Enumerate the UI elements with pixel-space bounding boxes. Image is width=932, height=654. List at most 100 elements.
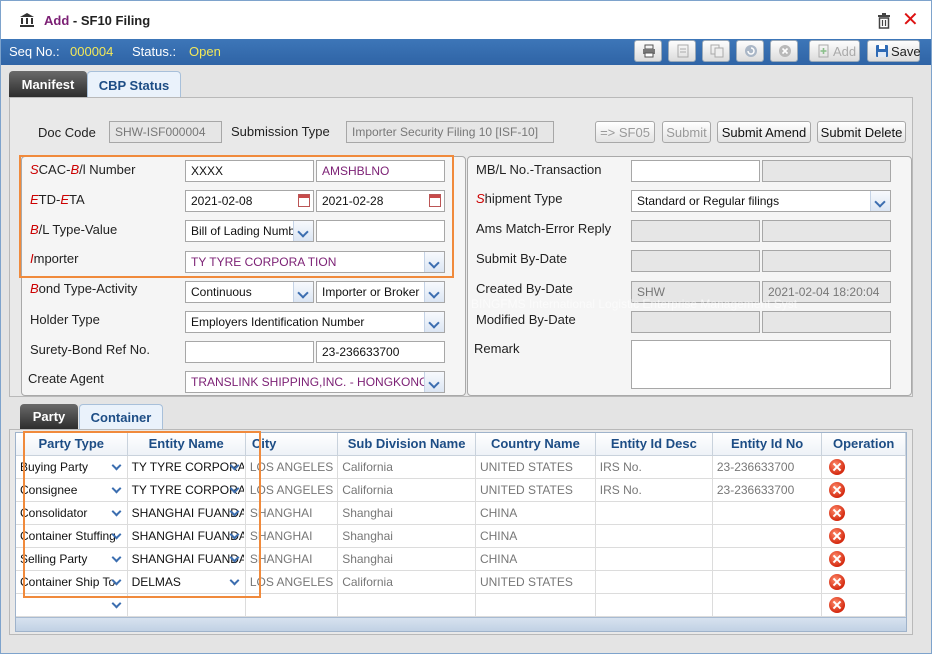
party-type-cell[interactable]: Container Ship To: [16, 570, 128, 594]
table-row[interactable]: Container Ship To DELMAS LOS ANGELES Cal…: [16, 570, 906, 594]
chevron-down-icon[interactable]: [108, 480, 126, 499]
party-type-cell[interactable]: Consolidator: [16, 501, 128, 525]
bl-type-select[interactable]: Bill of Lading Number: [185, 220, 314, 242]
column-header[interactable]: Sub Division Name: [337, 433, 476, 456]
chevron-down-icon[interactable]: [226, 526, 244, 545]
chevron-down-icon[interactable]: [226, 572, 244, 591]
delete-row-icon[interactable]: [829, 573, 846, 590]
chevron-down-icon[interactable]: [424, 372, 444, 392]
modified-date-field[interactable]: [762, 311, 891, 333]
transaction-field[interactable]: [762, 160, 891, 182]
doc-code-field[interactable]: SHW-ISF000004: [109, 121, 222, 143]
tab-manifest[interactable]: Manifest: [9, 71, 87, 97]
create-agent-select[interactable]: TRANSLINK SHIPPING,INC. - HONGKONG: [185, 371, 445, 393]
chevron-down-icon[interactable]: [108, 526, 126, 545]
calendar-icon[interactable]: [298, 194, 310, 207]
delete-row-icon[interactable]: [829, 481, 846, 498]
column-header[interactable]: Party Type: [16, 433, 128, 456]
mbl-field[interactable]: [631, 160, 760, 182]
column-header[interactable]: Entity Name: [127, 433, 246, 456]
chevron-down-icon[interactable]: [108, 503, 126, 522]
chevron-down-icon[interactable]: [108, 549, 126, 568]
submit-button[interactable]: Submit: [662, 121, 711, 143]
table-row[interactable]: Consolidator SHANGHAI FUANDA SHANGHAI Sh…: [16, 501, 906, 525]
archive-button[interactable]: [668, 40, 696, 62]
add-button[interactable]: Add: [809, 40, 860, 62]
entity-name-cell[interactable]: SHANGHAI FUANDA: [127, 524, 246, 548]
entity-name-cell[interactable]: SHANGHAI FUANDA: [127, 547, 246, 571]
refresh-button[interactable]: [736, 40, 764, 62]
trash-icon[interactable]: [877, 13, 891, 29]
party-type-cell[interactable]: Buying Party: [16, 455, 128, 479]
entity-name-cell[interactable]: TY TYRE CORPORATION: [127, 455, 246, 479]
table-row[interactable]: [16, 593, 906, 617]
ams-match-field[interactable]: [631, 220, 760, 242]
remark-field[interactable]: [631, 340, 891, 389]
chevron-down-icon[interactable]: [108, 595, 126, 614]
holder-type-select[interactable]: Employers Identification Number: [185, 311, 445, 333]
entity-name-cell[interactable]: DELMAS: [127, 570, 246, 594]
bond-type-select[interactable]: Continuous: [185, 281, 314, 303]
error-reply-field[interactable]: [762, 220, 891, 242]
delete-row-icon[interactable]: [829, 458, 846, 475]
party-type-cell[interactable]: Consignee: [16, 478, 128, 502]
chevron-down-icon[interactable]: [870, 191, 890, 211]
copy-button[interactable]: [702, 40, 730, 62]
chevron-down-icon[interactable]: [226, 549, 244, 568]
chevron-down-icon[interactable]: [293, 282, 313, 302]
tab-party[interactable]: Party: [20, 404, 78, 429]
sf05-button[interactable]: => SF05: [595, 121, 655, 143]
table-row[interactable]: Selling Party SHANGHAI FUANDA SHANGHAI S…: [16, 547, 906, 571]
tab-container[interactable]: Container: [79, 404, 163, 429]
calendar-icon[interactable]: [429, 194, 441, 207]
submit-date-field[interactable]: [762, 250, 891, 272]
chevron-down-icon[interactable]: [293, 221, 313, 241]
party-type-cell[interactable]: Selling Party: [16, 547, 128, 571]
bond-activity-select[interactable]: Importer or Broker: [316, 281, 445, 303]
chevron-down-icon[interactable]: [226, 480, 244, 499]
bl-type-value-field[interactable]: [316, 220, 445, 242]
submit-amend-button[interactable]: Submit Amend: [717, 121, 811, 143]
column-header[interactable]: Entity Id No: [712, 433, 823, 456]
tab-cbp-status[interactable]: CBP Status: [87, 71, 181, 97]
submission-type-field[interactable]: Importer Security Filing 10 [ISF-10]: [346, 121, 554, 143]
delete-row-icon[interactable]: [829, 596, 846, 613]
scac-field[interactable]: XXXX: [185, 160, 314, 182]
column-header[interactable]: Operation: [821, 433, 906, 456]
column-header[interactable]: Country Name: [475, 433, 596, 456]
chevron-down-icon[interactable]: [226, 457, 244, 476]
delete-row-icon[interactable]: [829, 527, 846, 544]
delete-button[interactable]: [770, 40, 798, 62]
shipment-type-select[interactable]: Standard or Regular filings: [631, 190, 891, 212]
column-header[interactable]: City: [245, 433, 339, 456]
importer-select[interactable]: TY TYRE CORPORA TION: [185, 251, 445, 273]
column-header[interactable]: Entity Id Desc: [595, 433, 713, 456]
chevron-down-icon[interactable]: [108, 457, 126, 476]
print-button[interactable]: [634, 40, 662, 62]
table-row[interactable]: Buying Party TY TYRE CORPORATION LOS ANG…: [16, 455, 906, 479]
surety-bond-field[interactable]: [185, 341, 314, 363]
eta-date-field[interactable]: 2021-02-28: [316, 190, 445, 212]
table-row[interactable]: Container Stuffing SHANGHAI FUANDA SHANG…: [16, 524, 906, 548]
modified-by-field[interactable]: [631, 311, 760, 333]
delete-row-icon[interactable]: [829, 504, 846, 521]
bl-number-field[interactable]: AMSHBLNO: [316, 160, 445, 182]
etd-date-field[interactable]: 2021-02-08: [185, 190, 314, 212]
chevron-down-icon[interactable]: [424, 312, 444, 332]
submit-delete-button[interactable]: Submit Delete: [817, 121, 906, 143]
chevron-down-icon[interactable]: [108, 572, 126, 591]
submit-by-field[interactable]: [631, 250, 760, 272]
chevron-down-icon[interactable]: [226, 503, 244, 522]
chevron-down-icon[interactable]: [424, 282, 444, 302]
close-icon[interactable]: ✕: [902, 10, 919, 30]
surety-ref-field[interactable]: 23-236633700: [316, 341, 445, 363]
party-type-cell[interactable]: [16, 593, 128, 617]
party-type-cell[interactable]: Container Stuffing: [16, 524, 128, 548]
chevron-down-icon[interactable]: [424, 252, 444, 272]
save-button[interactable]: Save: [867, 40, 921, 62]
table-row[interactable]: Consignee TY TYRE CORPORATION LOS ANGELE…: [16, 478, 906, 502]
entity-name-cell[interactable]: TY TYRE CORPORATION: [127, 478, 246, 502]
delete-row-icon[interactable]: [829, 550, 846, 567]
entity-name-cell[interactable]: SHANGHAI FUANDA: [127, 501, 246, 525]
entity-name-cell[interactable]: [127, 593, 246, 617]
